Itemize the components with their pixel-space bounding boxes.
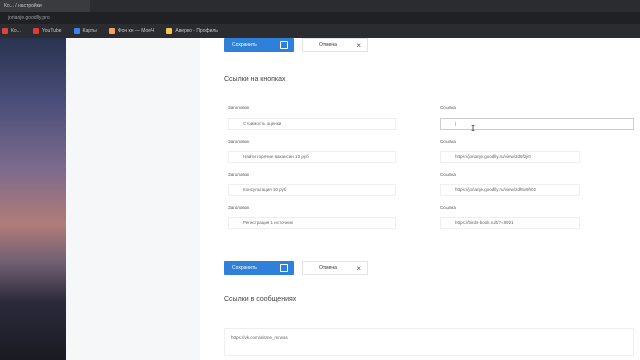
message-links-textarea[interactable]: https://vk.com/alsme_mrwas (224, 328, 634, 356)
bookmark-label: YouTube (41, 28, 62, 34)
link-input[interactable]: https://jorianje.goodlly.ru/view/2df6v9h… (440, 184, 580, 196)
side-panel (66, 38, 200, 360)
link-input[interactable]: https://jorianje.goodlly.ru/view/2d6f2ji… (440, 151, 580, 163)
url-field[interactable]: jorianje.gооdlly.pro (0, 14, 640, 22)
section-title-messages: Ссылки в сообщениях (224, 296, 297, 303)
link-label: Ссылка (440, 172, 456, 177)
browser-address-bar: jorianje.gооdlly.pro (0, 12, 640, 24)
caption-input[interactable]: Стоимость оценки (228, 118, 396, 130)
save-button-bottom[interactable]: Сохранить (224, 261, 294, 275)
browser-tab-bar: Ко... / настройки (0, 0, 640, 12)
save-icon (280, 264, 288, 272)
section-title-buttons: Ссылки на кнопках (224, 76, 286, 83)
settings-content: Сохранить Отмена × Ссылки на кнопках Заг… (200, 38, 640, 360)
caption-label: Заголовок (228, 139, 250, 144)
bookmarks-bar: Ко... YouTube Карты Фон кн — МоеЧ Аверко… (0, 24, 640, 38)
link-label: Ссылка (440, 139, 456, 144)
bookmark-icon (108, 28, 115, 34)
bookmark-icon (2, 28, 8, 34)
link-label: Ссылка (440, 105, 456, 110)
bookmark-label: Карты (82, 28, 97, 34)
close-icon: × (356, 41, 361, 50)
maps-icon (73, 28, 80, 34)
link-label: Ссылка (440, 205, 456, 210)
bookmark-1[interactable]: YouTube (32, 28, 62, 34)
text-cursor-icon (471, 125, 475, 131)
caption-label: Заголовок (228, 172, 250, 177)
caption-input[interactable]: Регистрация 1 источник (228, 217, 396, 229)
cancel-button-label: Отмена (319, 265, 337, 271)
save-button-label: Сохранить (232, 42, 257, 48)
save-button-top[interactable]: Сохранить (224, 38, 294, 52)
save-icon (280, 41, 288, 49)
browser-tab[interactable]: Ко... / настройки (0, 0, 90, 12)
bookmark-4[interactable]: Аверко - Профиль (166, 28, 218, 34)
close-icon: × (356, 264, 361, 273)
youtube-icon (32, 28, 39, 34)
warning-icon (166, 28, 173, 34)
bookmark-0[interactable]: Ко... (2, 28, 21, 34)
save-button-label: Сохранить (232, 265, 257, 271)
caption-label: Заголовок (228, 205, 250, 210)
cancel-button-bottom[interactable]: Отмена × (302, 261, 368, 275)
cancel-button-label: Отмена (319, 42, 337, 48)
bookmark-label: Ко... (11, 28, 21, 34)
bookmark-3[interactable]: Фон кн — МоеЧ (108, 28, 155, 34)
caption-input[interactable]: Найти горячие вакансии 10 руб (228, 151, 396, 163)
desktop-wallpaper (0, 38, 66, 360)
bookmark-label: Аверко - Профиль (175, 28, 218, 34)
caption-label: Заголовок (228, 105, 250, 110)
link-input[interactable]: https://birds-book.ru/t/?=9921 (440, 217, 580, 229)
bookmark-2[interactable]: Карты (73, 28, 97, 34)
caption-input[interactable]: Консультация 10 руб (228, 184, 396, 196)
bookmark-label: Фон кн — МоеЧ (117, 28, 155, 34)
cancel-button-top[interactable]: Отмена × (302, 38, 368, 52)
